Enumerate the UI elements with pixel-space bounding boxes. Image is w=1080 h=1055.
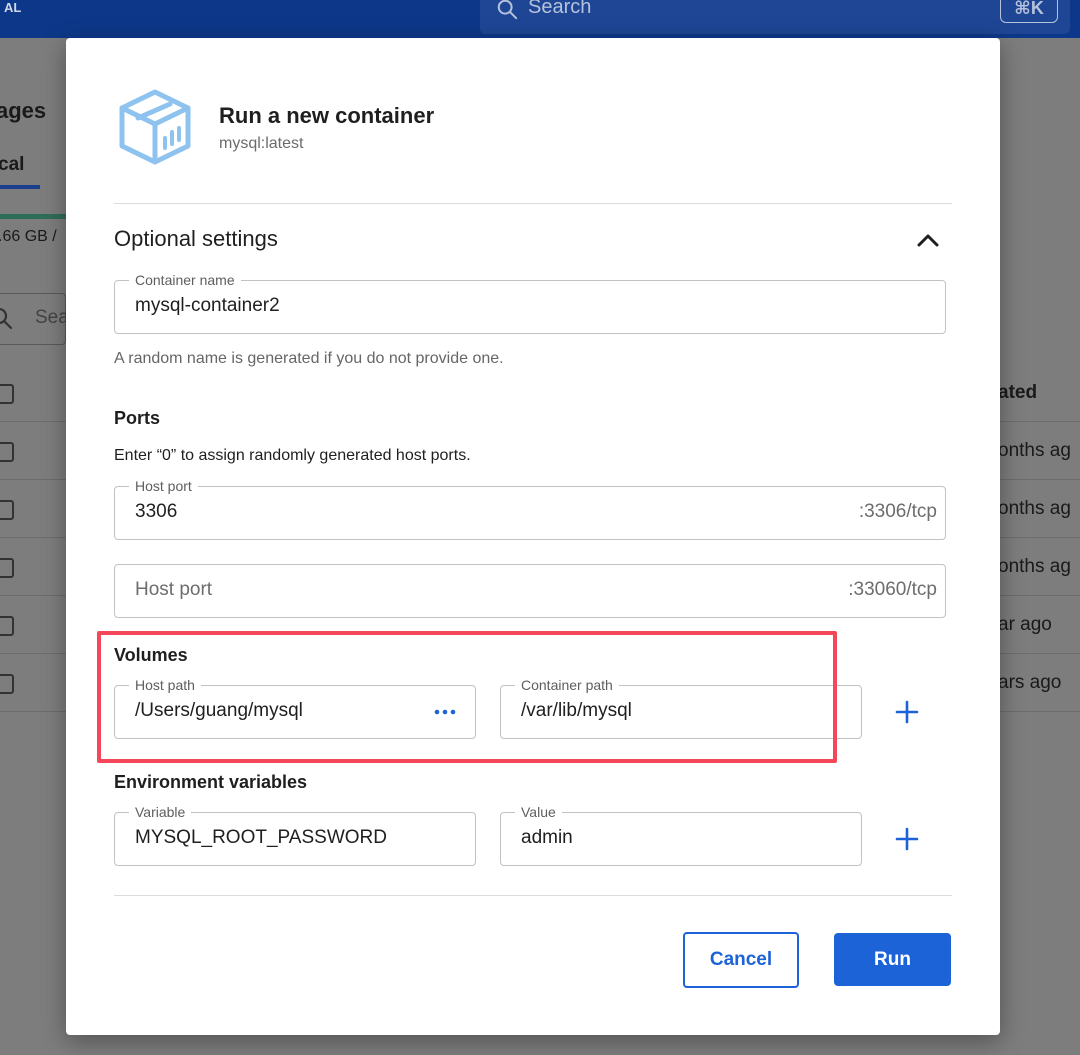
volumes-title: Volumes	[114, 645, 188, 665]
env-value-label: Value	[515, 804, 562, 820]
page-title: ages	[0, 98, 47, 123]
global-search[interactable]: Search ⌘K	[480, 0, 1070, 34]
global-search-placeholder: Search	[528, 0, 592, 18]
row-checkbox[interactable]	[0, 500, 14, 520]
container-name-input[interactable]: Container name mysql-container2	[114, 272, 946, 334]
host-path-value: /Users/guang/mysql	[135, 700, 303, 721]
ports-hint: Enter “0” to assign randomly generated h…	[114, 447, 471, 464]
row-created: ar ago	[998, 614, 1052, 635]
container-path-input[interactable]: Container path /var/lib/mysql	[500, 677, 862, 739]
tab-local[interactable]: cal	[0, 154, 24, 176]
search-icon	[497, 0, 518, 20]
images-search-placeholder: Sea	[35, 307, 69, 328]
add-volume-plus-icon[interactable]	[891, 696, 923, 728]
browse-more-icon[interactable]	[433, 705, 457, 719]
row-checkbox[interactable]	[0, 558, 14, 578]
top-bar: AL Search ⌘K	[0, 0, 1080, 38]
images-search-input[interactable]: Sea	[0, 293, 69, 345]
chevron-up-icon[interactable]	[914, 226, 942, 254]
env-variable-input[interactable]: Variable MYSQL_ROOT_PASSWORD	[114, 804, 476, 866]
env-value-input[interactable]: Value admin	[500, 804, 862, 866]
container-name-value: mysql-container2	[135, 295, 280, 316]
row-created: ars ago	[998, 672, 1062, 693]
row-created: onths ag	[998, 440, 1071, 461]
container-cube-icon	[119, 89, 191, 165]
host-port-input-2[interactable]: Host port :33060/tcp	[114, 564, 946, 618]
row-checkbox[interactable]	[0, 674, 14, 694]
run-container-dialog: Run a new container mysql:latest Optiona…	[66, 38, 1000, 1035]
search-shortcut-badge: ⌘K	[1000, 0, 1058, 23]
env-vars-title: Environment variables	[114, 772, 308, 792]
container-name-helper: A random name is generated if you do not…	[114, 350, 504, 367]
storage-usage-text: .66 GB /	[0, 228, 57, 245]
cancel-button[interactable]: Cancel	[683, 932, 799, 988]
env-variable-label: Variable	[129, 804, 192, 820]
host-port-value: 3306	[135, 501, 178, 522]
row-created: onths ag	[998, 498, 1071, 519]
container-port-suffix: :3306/tcp	[858, 501, 937, 522]
host-path-input[interactable]: Host path /Users/guang/mysql	[114, 677, 476, 739]
ports-title: Ports	[114, 408, 161, 428]
select-all-checkbox[interactable]	[0, 384, 14, 404]
container-name-label: Container name	[129, 272, 241, 288]
row-checkbox[interactable]	[0, 442, 14, 462]
row-checkbox[interactable]	[0, 616, 14, 636]
env-value-value: admin	[521, 827, 573, 848]
env-variable-value: MYSQL_ROOT_PASSWORD	[135, 827, 387, 848]
created-column-header[interactable]: ated	[998, 382, 1037, 404]
row-created: onths ag	[998, 556, 1071, 577]
host-port-label: Host port	[129, 478, 198, 494]
tab-active-indicator	[0, 185, 40, 189]
host-path-label: Host path	[129, 677, 201, 693]
run-button[interactable]: Run	[834, 933, 951, 986]
header-divider	[114, 203, 952, 204]
host-port-input-1[interactable]: Host port 3306 :3306/tcp	[114, 478, 946, 540]
add-env-var-plus-icon[interactable]	[891, 823, 923, 855]
image-name: mysql:latest	[219, 135, 304, 152]
storage-usage-bar	[0, 214, 66, 219]
container-path-value: /var/lib/mysql	[521, 700, 632, 721]
container-path-label: Container path	[515, 677, 619, 693]
footer-divider	[114, 895, 952, 896]
host-port-placeholder: Host port	[135, 579, 213, 600]
search-icon	[0, 307, 13, 330]
plan-badge: AL	[4, 0, 22, 15]
optional-settings-title[interactable]: Optional settings	[114, 226, 278, 252]
dialog-title: Run a new container	[219, 103, 435, 128]
container-port-suffix: :33060/tcp	[848, 579, 937, 600]
